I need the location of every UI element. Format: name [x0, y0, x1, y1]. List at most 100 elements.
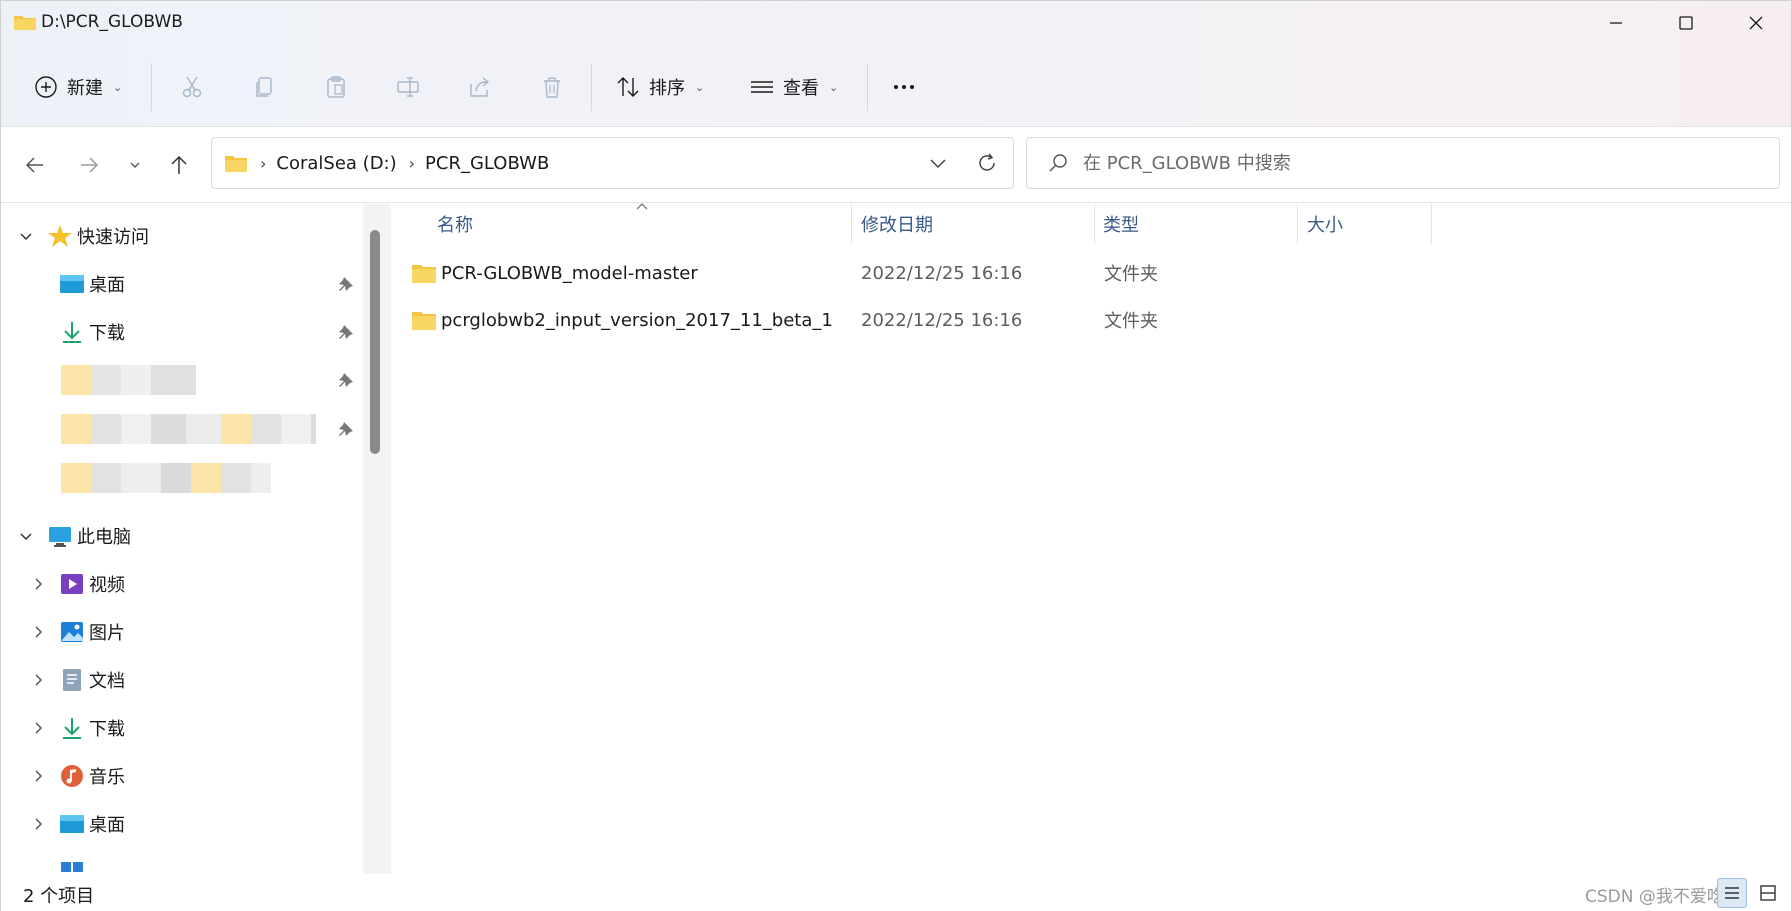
sidebar-item-redacted[interactable] — [1, 358, 361, 402]
search-box[interactable] — [1026, 137, 1780, 189]
share-button[interactable] — [467, 65, 493, 109]
sort-button-label: 排序 — [649, 78, 685, 99]
paste-button[interactable] — [323, 65, 349, 109]
sidebar-item-quick-access[interactable]: 快速访问 — [1, 214, 361, 258]
column-divider[interactable] — [1431, 204, 1432, 244]
copy-icon — [256, 77, 272, 97]
minimize-button[interactable] — [1581, 1, 1651, 45]
close-button[interactable] — [1721, 1, 1791, 45]
redacted-block — [61, 463, 271, 493]
address-history-chevron-icon[interactable] — [927, 152, 949, 174]
sidebar-item-videos[interactable]: 视频 — [1, 562, 361, 606]
maximize-button[interactable] — [1651, 1, 1721, 45]
navigation-pane: 快速访问 桌面 下载 此电脑 视频 图片 文档 下载 音乐 桌面 — [1, 204, 391, 874]
sidebar-item-redacted[interactable] — [1, 456, 361, 500]
chevron-right-icon — [35, 626, 43, 638]
file-name: pcrglobwb2_input_version_2017_11_beta_1 — [441, 309, 833, 331]
new-button[interactable]: 新建 ⌄ — [33, 65, 122, 109]
minimize-icon — [1610, 22, 1622, 24]
sidebar-item-music[interactable]: 音乐 — [1, 754, 361, 798]
address-bar[interactable]: › CoralSea (D:) › PCR_GLOBWB — [211, 137, 1014, 189]
file-list: 名称 修改日期 类型 大小 PCR-GLOBWB_model-master 20… — [391, 203, 1791, 874]
sidebar-item-label: 文档 — [89, 671, 125, 692]
breadcrumb-separator-icon: › — [260, 153, 267, 173]
sidebar-item-downloads-pinned[interactable]: 下载 — [1, 310, 361, 354]
column-header-type[interactable]: 类型 — [1103, 204, 1293, 244]
column-header-name[interactable]: 名称 — [437, 204, 817, 244]
sort-icon — [617, 77, 639, 97]
tiles-view-icon — [1760, 885, 1776, 901]
view-button[interactable]: 查看 ⌄ — [749, 65, 838, 109]
breadcrumb-current-folder[interactable]: PCR_GLOBWB — [425, 153, 549, 174]
pin-icon[interactable] — [337, 420, 355, 438]
sidebar-item-redacted[interactable] — [1, 407, 361, 451]
chevron-down-icon — [20, 233, 32, 241]
file-name: PCR-GLOBWB_model-master — [441, 262, 698, 284]
maximize-icon — [1679, 16, 1693, 30]
sidebar-scrollbar-thumb[interactable] — [370, 230, 380, 454]
sidebar-item-desktop-pinned[interactable]: 桌面 — [1, 262, 361, 306]
delete-button[interactable] — [539, 65, 565, 109]
sidebar-item-label: 此电脑 — [77, 527, 131, 548]
forward-button[interactable] — [71, 147, 107, 183]
search-icon — [1049, 154, 1067, 172]
column-divider[interactable] — [1297, 204, 1298, 244]
copy-button[interactable] — [251, 65, 277, 109]
sidebar-item-downloads[interactable]: 下载 — [1, 706, 361, 750]
details-view-icon — [1725, 887, 1739, 899]
video-icon — [61, 574, 83, 594]
column-divider[interactable] — [851, 204, 852, 244]
search-input[interactable] — [1083, 152, 1683, 174]
pictures-icon — [61, 622, 83, 642]
sidebar-item-drive-partial[interactable] — [1, 850, 361, 874]
column-header-size[interactable]: 大小 — [1307, 204, 1427, 244]
back-button[interactable] — [17, 147, 53, 183]
file-explorer-window: D:\PCR_GLOBWB 新建 ⌄ 排序 ⌄ 查看 ⌄ › CoralSea … — [0, 0, 1792, 911]
folder-icon — [412, 265, 436, 283]
breadcrumb-separator-icon: › — [408, 153, 416, 173]
chevron-right-icon — [35, 818, 43, 830]
rename-button[interactable] — [395, 65, 421, 109]
sidebar-item-desktop[interactable]: 桌面 — [1, 802, 361, 846]
pin-icon[interactable] — [337, 371, 355, 389]
title-bar: D:\PCR_GLOBWB — [1, 1, 1791, 45]
sidebar-item-label: 下载 — [89, 719, 125, 740]
cut-icon — [182, 76, 202, 98]
chevron-down-icon: ⌄ — [113, 80, 123, 94]
cut-button[interactable] — [179, 65, 205, 109]
more-options-button[interactable] — [891, 65, 917, 109]
command-bar: 新建 ⌄ 排序 ⌄ 查看 ⌄ — [1, 45, 1791, 127]
desktop-icon — [60, 815, 84, 833]
arrow-right-icon — [81, 157, 99, 173]
details-view-button[interactable] — [1717, 878, 1747, 908]
chevron-down-icon: ⌄ — [829, 80, 839, 94]
close-icon — [1749, 16, 1763, 30]
new-button-label: 新建 — [67, 78, 103, 99]
sidebar-item-documents[interactable]: 文档 — [1, 658, 361, 702]
sort-button[interactable]: 排序 ⌄ — [615, 65, 704, 109]
sidebar-item-this-pc[interactable]: 此电脑 — [1, 514, 361, 558]
sidebar-item-pictures[interactable]: 图片 — [1, 610, 361, 654]
music-icon — [61, 765, 83, 787]
tiles-view-button[interactable] — [1753, 878, 1783, 908]
pin-icon[interactable] — [337, 323, 355, 341]
toolbar-divider — [591, 63, 592, 111]
column-divider[interactable] — [1094, 204, 1095, 244]
file-modified-date: 2022/12/25 16:16 — [861, 262, 1023, 284]
file-row[interactable]: PCR-GLOBWB_model-master 2022/12/25 16:16… — [411, 250, 1771, 296]
recent-locations-button[interactable] — [117, 147, 153, 183]
breadcrumb-drive[interactable]: CoralSea (D:) — [276, 153, 396, 174]
refresh-icon[interactable] — [975, 151, 999, 175]
folder-icon — [225, 156, 247, 172]
file-row[interactable]: pcrglobwb2_input_version_2017_11_beta_1 … — [411, 297, 1771, 343]
sidebar-item-label: 下载 — [89, 323, 125, 344]
file-type: 文件夹 — [1104, 264, 1158, 285]
view-list-icon — [751, 81, 773, 93]
more-icon — [894, 85, 914, 89]
column-header-label: 名称 — [437, 215, 473, 236]
column-header-modified[interactable]: 修改日期 — [861, 204, 1091, 244]
chevron-down-icon: ⌄ — [695, 80, 705, 94]
up-button[interactable] — [161, 147, 197, 183]
pin-icon[interactable] — [337, 275, 355, 293]
redacted-block — [61, 365, 196, 395]
